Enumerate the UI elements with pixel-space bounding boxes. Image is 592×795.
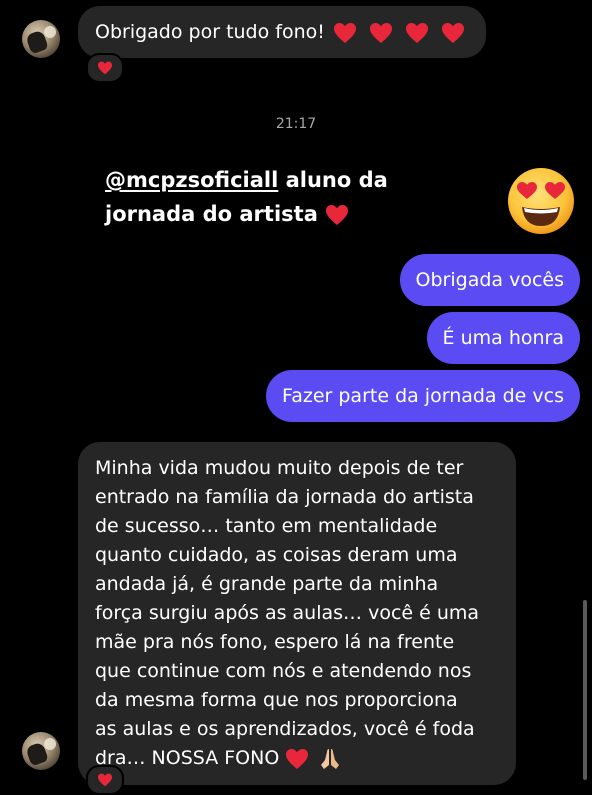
message-text: Obrigada vocês — [415, 269, 564, 291]
story-reply-line2: jornada do artista — [105, 202, 326, 226]
message-line: entrado na família da jornada do artista — [95, 486, 474, 508]
praying-hands-emoji — [319, 747, 341, 771]
scrollbar[interactable] — [583, 600, 587, 780]
avatar[interactable] — [22, 732, 60, 770]
message-line: dra… NOSSA FONO — [95, 747, 286, 769]
story-reply-line1: aluno da — [278, 168, 388, 192]
heart-emoji — [333, 22, 357, 44]
message-line: Minha vida mudou muito depois de ter — [95, 457, 464, 479]
heart-emoji — [441, 22, 465, 44]
heart-eyes-emoji[interactable] — [506, 166, 576, 236]
message-bubble-outgoing[interactable]: Fazer parte da jornada de vcs — [266, 370, 580, 422]
message-last-line: dra… NOSSA FONO — [95, 744, 500, 773]
message-bubble-incoming[interactable]: Obrigado por tudo fono! — [78, 6, 486, 58]
message-line: mãe pra nós fono, espero lá na frente — [95, 631, 455, 653]
message-line: que continue com nós e atendendo nos — [95, 660, 472, 682]
message-line: andada já, é grande parte da minha — [95, 573, 439, 595]
heart-emoji — [369, 22, 393, 44]
heart-emoji — [325, 204, 349, 226]
message-line: da mesma forma que nos proporciona — [95, 689, 458, 711]
message-timestamp: 21:17 — [275, 116, 317, 132]
heart-emoji — [405, 22, 429, 44]
message-line: quanto cuidado, as coisas deram uma — [95, 544, 458, 566]
heart-reaction[interactable] — [86, 53, 124, 83]
message-bubble-outgoing[interactable]: Obrigada vocês — [399, 254, 580, 306]
avatar-highlight — [44, 738, 56, 750]
avatar-highlight — [44, 26, 56, 38]
message-line: de sucesso… tanto em mentalidade — [95, 515, 438, 537]
message-line: força surgiu após as aulas… você é uma — [95, 602, 480, 624]
message-text: Fazer parte da jornada de vcs — [282, 385, 564, 407]
message-text: É uma honra — [442, 327, 564, 349]
heart-reaction[interactable] — [86, 765, 124, 795]
mention-link[interactable]: @mcpzsoficiall — [105, 168, 278, 192]
message-bubble-incoming[interactable]: Minha vida mudou muito depois de ter ent… — [78, 442, 516, 785]
message-text: Obrigado por tudo fono! — [95, 21, 331, 43]
message-bubble-outgoing[interactable]: É uma honra — [426, 312, 580, 364]
story-reply-text: @mcpzsoficiall aluno da jornada do artis… — [105, 163, 435, 231]
message-line: as aulas e os aprendizados, você é foda — [95, 718, 475, 740]
avatar[interactable] — [22, 20, 60, 58]
heart-emoji — [285, 748, 309, 770]
